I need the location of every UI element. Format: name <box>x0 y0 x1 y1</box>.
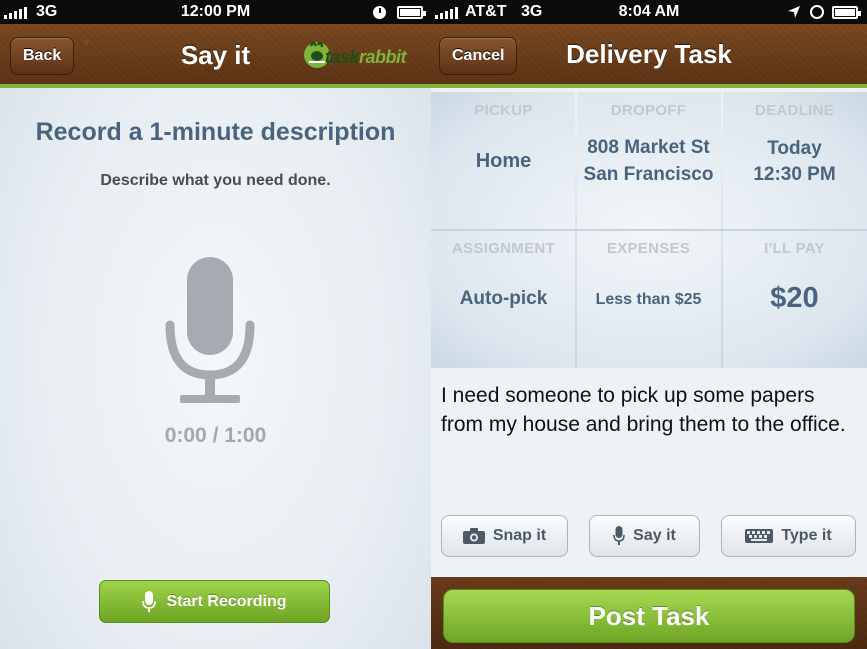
payment-field[interactable]: I'LL PAY $20 <box>722 230 867 368</box>
assignment-field[interactable]: ASSIGNMENT Auto-pick <box>431 230 576 368</box>
field-label: EXPENSES <box>606 240 691 257</box>
battery-icon <box>397 6 426 19</box>
microphone-icon <box>613 526 625 545</box>
location-arrow-icon <box>788 6 800 18</box>
logo-wordmark: taskrabbit <box>325 47 407 68</box>
lock-rotation-icon <box>810 5 824 19</box>
snap-it-label: Snap it <box>492 527 547 544</box>
field-value: Less than $25 <box>595 291 702 308</box>
field-value: Home <box>475 150 532 172</box>
microphone-icon <box>165 257 255 403</box>
expenses-field[interactable]: EXPENSES Less than $25 <box>576 230 721 368</box>
say-it-screen: 3G 12:00 PM Back Say it taskrabbit Recor… <box>0 0 431 649</box>
field-label: DROPOFF <box>610 102 687 119</box>
start-recording-label: Start Recording <box>166 592 287 610</box>
taskrabbit-logo: taskrabbit <box>303 38 421 72</box>
field-label: ASSIGNMENT <box>451 240 555 257</box>
bottom-bar: Post Task <box>431 577 867 649</box>
clock-icon <box>373 6 386 19</box>
field-value: 808 Market St <box>587 137 710 158</box>
battery-icon <box>832 6 861 19</box>
start-recording-button[interactable]: Start Recording <box>99 580 330 623</box>
field-value-line2: 12:30 PM <box>753 164 836 185</box>
task-details-grid: PICKUP Home DROPOFF 808 Market St San Fr… <box>431 92 867 368</box>
type-it-label: Type it <box>781 527 832 544</box>
field-value-line2: San Francisco <box>583 164 714 185</box>
nav-bar: Back Say it taskrabbit <box>0 24 431 88</box>
status-bar: 3G 12:00 PM <box>0 0 431 24</box>
task-description[interactable]: I need someone to pick up some papers fr… <box>441 381 851 439</box>
recording-timer: 0:00 / 1:00 <box>164 424 267 447</box>
deadline-field[interactable]: DEADLINE Today 12:30 PM <box>722 92 867 230</box>
record-heading: Record a 1-minute description <box>35 118 396 146</box>
snap-it-button[interactable]: Snap it <box>441 515 568 557</box>
dropoff-field[interactable]: DROPOFF 808 Market St San Francisco <box>576 92 721 230</box>
type-it-button[interactable]: Type it <box>721 515 856 557</box>
field-label: PICKUP <box>474 102 533 119</box>
field-value: Today <box>767 138 822 159</box>
pickup-field[interactable]: PICKUP Home <box>431 92 576 230</box>
post-task-button[interactable]: Post Task <box>443 589 855 643</box>
field-value: Auto-pick <box>459 288 548 309</box>
status-time: 12:00 PM <box>180 3 251 20</box>
delivery-task-screen: AT&T 3G 8:04 AM Cancel Delivery Task PIC… <box>431 0 867 649</box>
field-label: I'LL PAY <box>764 240 825 257</box>
microphone-icon <box>142 590 157 612</box>
field-value: $20 <box>770 282 819 314</box>
logo-text-task: task <box>325 47 360 67</box>
record-subheading: Describe what you need done. <box>100 172 331 189</box>
say-it-button[interactable]: Say it <box>589 515 700 557</box>
nav-bar: Cancel Delivery Task <box>431 24 867 88</box>
status-time: 8:04 AM <box>618 3 680 20</box>
page-title: Delivery Task <box>566 39 732 69</box>
camera-icon <box>462 528 485 544</box>
keyboard-icon <box>745 529 774 543</box>
logo-text-rabbit: rabbit <box>359 47 407 67</box>
say-it-label: Say it <box>633 527 676 544</box>
status-bar: AT&T 3G 8:04 AM <box>431 0 867 24</box>
field-label: DEADLINE <box>754 102 835 119</box>
